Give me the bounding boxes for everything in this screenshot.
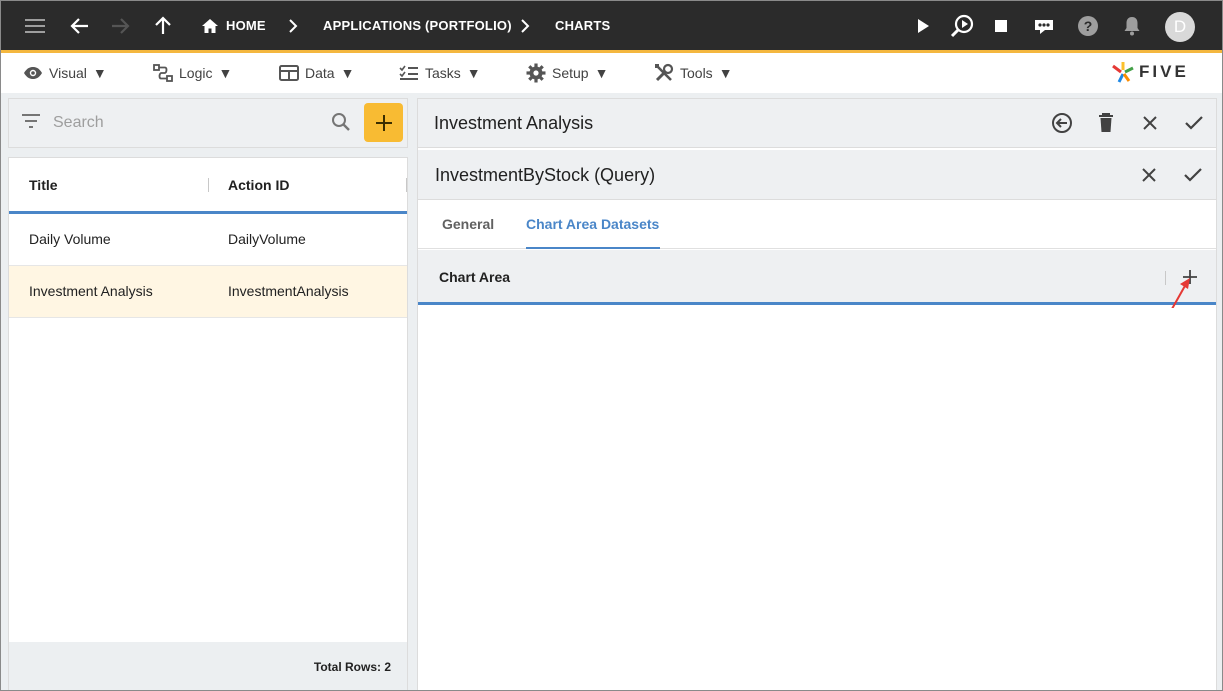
save-check-icon[interactable]: [1180, 162, 1206, 188]
records-list: Title Action ID Daily Volume DailyVolume…: [8, 157, 408, 690]
menu-tasks[interactable]: Tasks ▼: [399, 62, 481, 84]
sub-form-title: InvestmentByStock (Query): [435, 165, 656, 185]
tab-chart-area-datasets[interactable]: Chart Area Datasets: [526, 216, 659, 232]
caret-down-icon: ▼: [92, 65, 107, 81]
five-logo-mark: [1112, 62, 1134, 83]
menu-logic[interactable]: Logic ▼: [153, 62, 232, 84]
add-record-button[interactable]: [364, 103, 403, 142]
row-title: Daily Volume: [29, 231, 111, 247]
menu-tools-label: Tools: [680, 65, 713, 81]
menu-tools[interactable]: Tools ▼: [654, 62, 733, 84]
list-row-selected[interactable]: Investment Analysis InvestmentAnalysis: [9, 266, 407, 318]
search-bar: [8, 98, 408, 148]
stop-icon[interactable]: [988, 13, 1014, 39]
row-title: Investment Analysis: [29, 283, 153, 299]
form-header: Investment Analysis: [418, 99, 1216, 148]
list-row[interactable]: Daily Volume DailyVolume: [9, 214, 407, 266]
menu-data-label: Data: [305, 65, 335, 81]
close-icon[interactable]: [1137, 110, 1163, 136]
up-arrow-icon[interactable]: [150, 13, 176, 39]
sub-form-header: InvestmentByStock (Query): [418, 150, 1216, 200]
datasets-grid-body: [418, 308, 1216, 690]
chevron-right-icon: [280, 13, 306, 39]
forward-arrow-icon[interactable]: [107, 13, 133, 39]
menu-logic-label: Logic: [179, 65, 213, 81]
top-bar: HOME APPLICATIONS (PORTFOLIO) CHARTS ? D: [1, 1, 1222, 53]
back-arrow-icon[interactable]: [67, 13, 93, 39]
history-back-icon[interactable]: [1049, 110, 1075, 136]
menu-setup[interactable]: Setup ▼: [526, 62, 608, 84]
menu-visual[interactable]: Visual ▼: [23, 62, 107, 84]
filter-icon[interactable]: [21, 113, 41, 134]
search-input[interactable]: [53, 111, 323, 135]
breadcrumb-applications[interactable]: APPLICATIONS (PORTFOLIO): [323, 18, 512, 33]
caret-down-icon: ▼: [594, 65, 609, 81]
caret-down-icon: ▼: [718, 65, 733, 81]
column-divider: [406, 178, 407, 192]
five-logo: FIVE: [1111, 59, 1189, 85]
notifications-bell-icon[interactable]: [1119, 13, 1145, 39]
help-icon[interactable]: ?: [1075, 13, 1101, 39]
close-icon[interactable]: [1136, 162, 1162, 188]
column-header-title[interactable]: Title: [29, 177, 58, 193]
table-icon: [279, 65, 299, 81]
row-action-id: DailyVolume: [228, 231, 306, 247]
play-icon[interactable]: [910, 13, 936, 39]
list-header: Title Action ID: [9, 158, 407, 214]
eye-icon: [24, 67, 42, 79]
app-window: HOME APPLICATIONS (PORTFOLIO) CHARTS ? D: [0, 0, 1223, 691]
save-check-icon[interactable]: [1181, 110, 1207, 136]
caret-down-icon: ▼: [218, 65, 233, 81]
caret-down-icon: ▼: [340, 65, 355, 81]
menu-data[interactable]: Data ▼: [279, 62, 354, 84]
menu-tasks-label: Tasks: [425, 65, 461, 81]
run-search-icon[interactable]: [949, 13, 975, 39]
menu-bar: Visual ▼ Logic ▼ Data ▼ Tasks ▼ Setup ▼ …: [1, 53, 1222, 93]
list-footer: Total Rows: 2: [9, 642, 407, 690]
datasets-grid-header: Chart Area: [418, 250, 1216, 305]
home-icon[interactable]: [197, 13, 223, 39]
user-avatar[interactable]: D: [1165, 12, 1195, 42]
svg-text:?: ?: [1084, 18, 1093, 34]
tasks-icon: [399, 65, 418, 80]
five-logo-text: FIVE: [1139, 62, 1189, 81]
menu-setup-label: Setup: [552, 65, 589, 81]
breadcrumb-charts[interactable]: CHARTS: [555, 18, 610, 33]
chevron-right-icon: [512, 13, 538, 39]
hamburger-menu-icon[interactable]: [23, 13, 49, 39]
row-action-id: InvestmentAnalysis: [228, 283, 349, 299]
column-header-action-id[interactable]: Action ID: [228, 177, 289, 193]
plus-icon: [375, 114, 392, 131]
caret-down-icon: ▼: [466, 65, 481, 81]
form-tabs: General Chart Area Datasets: [418, 201, 1216, 249]
menu-visual-label: Visual: [49, 65, 87, 81]
delete-icon[interactable]: [1093, 110, 1119, 136]
form-panel: Investment Analysis InvestmentByStock (Q…: [417, 98, 1217, 690]
tab-general[interactable]: General: [442, 216, 494, 232]
active-tab-indicator: [526, 247, 660, 249]
gear-icon: [526, 63, 546, 83]
column-header-chart-area[interactable]: Chart Area: [439, 269, 510, 285]
logic-icon: [153, 64, 173, 82]
total-rows-count: Total Rows: 2: [313, 660, 391, 674]
breadcrumb-home[interactable]: HOME: [226, 18, 266, 33]
tools-icon: [655, 63, 674, 82]
column-divider: [208, 178, 209, 192]
search-icon[interactable]: [331, 112, 351, 137]
form-title: Investment Analysis: [434, 113, 594, 133]
chat-bot-icon[interactable]: [1031, 13, 1057, 39]
